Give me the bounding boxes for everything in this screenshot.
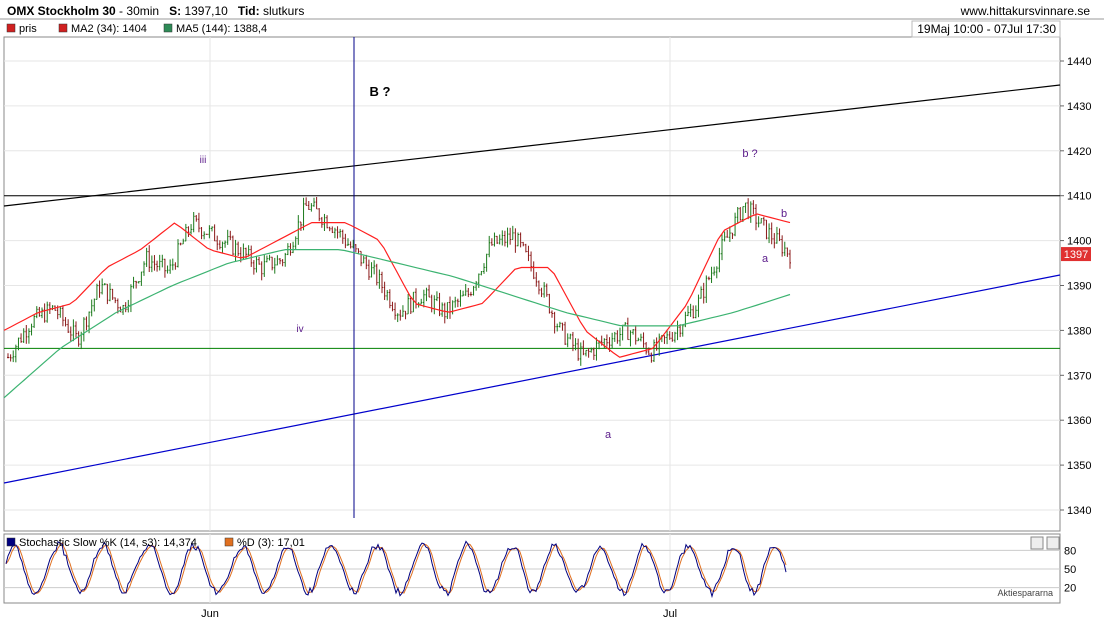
y-tick-label: 1410 — [1067, 191, 1091, 203]
y-tick-label: 1380 — [1067, 325, 1091, 337]
x-tick-label: Jul — [663, 608, 677, 620]
wave-annotation: b ? — [742, 148, 757, 160]
wave-annotation: B ? — [370, 84, 391, 99]
price-panel — [3, 36, 1061, 532]
legend-swatch — [6, 23, 16, 33]
y-tick-label: 1360 — [1067, 415, 1091, 427]
stoch-legend-label: %D (3): 17,01 — [237, 537, 305, 549]
last-price-tag-label: 1397 — [1064, 249, 1088, 261]
legend-label: pris — [19, 23, 37, 35]
y-tick-label: 1390 — [1067, 281, 1091, 293]
stoch-tick-label: 20 — [1064, 583, 1076, 595]
wave-annotation: b — [781, 208, 787, 220]
legend-label: MA5 (144): 1388,4 — [176, 23, 267, 35]
stoch-legend-swatch — [6, 537, 16, 547]
wave-annotation: iv — [296, 324, 303, 335]
legend-label: MA2 (34): 1404 — [71, 23, 147, 35]
close-panel-icon[interactable] — [1046, 536, 1060, 550]
y-tick-label: 1400 — [1067, 236, 1091, 248]
zoom-icon[interactable] — [1030, 536, 1044, 550]
stoch-legend-swatch — [224, 537, 234, 547]
y-tick-label: 1370 — [1067, 370, 1091, 382]
date-range-label: 19Maj 10:00 - 07Jul 17:30 — [917, 22, 1056, 36]
wave-annotation: iii — [200, 155, 207, 166]
stoch-tick-label: 50 — [1064, 564, 1076, 576]
legend-swatch — [163, 23, 173, 33]
stoch-tick-label: 80 — [1064, 545, 1076, 557]
y-tick-label: 1440 — [1067, 56, 1091, 68]
watermark: Aktiespararna — [997, 588, 1053, 598]
wave-annotation: a — [605, 429, 612, 441]
y-tick-label: 1340 — [1067, 505, 1091, 517]
y-tick-label: 1420 — [1067, 146, 1091, 158]
y-tick-label: 1350 — [1067, 460, 1091, 472]
y-tick-label: 1430 — [1067, 101, 1091, 113]
x-tick-label: Jun — [201, 608, 219, 620]
wave-annotation: a — [762, 253, 769, 265]
stoch-legend-label: Stochastic Slow %K (14, s3): 14,374 — [19, 537, 197, 549]
legend-swatch — [58, 23, 68, 33]
price-chart: 1340 1350 1360 1370 1380 1390 1400 1410 1420 1430… — [0, 18, 1104, 620]
